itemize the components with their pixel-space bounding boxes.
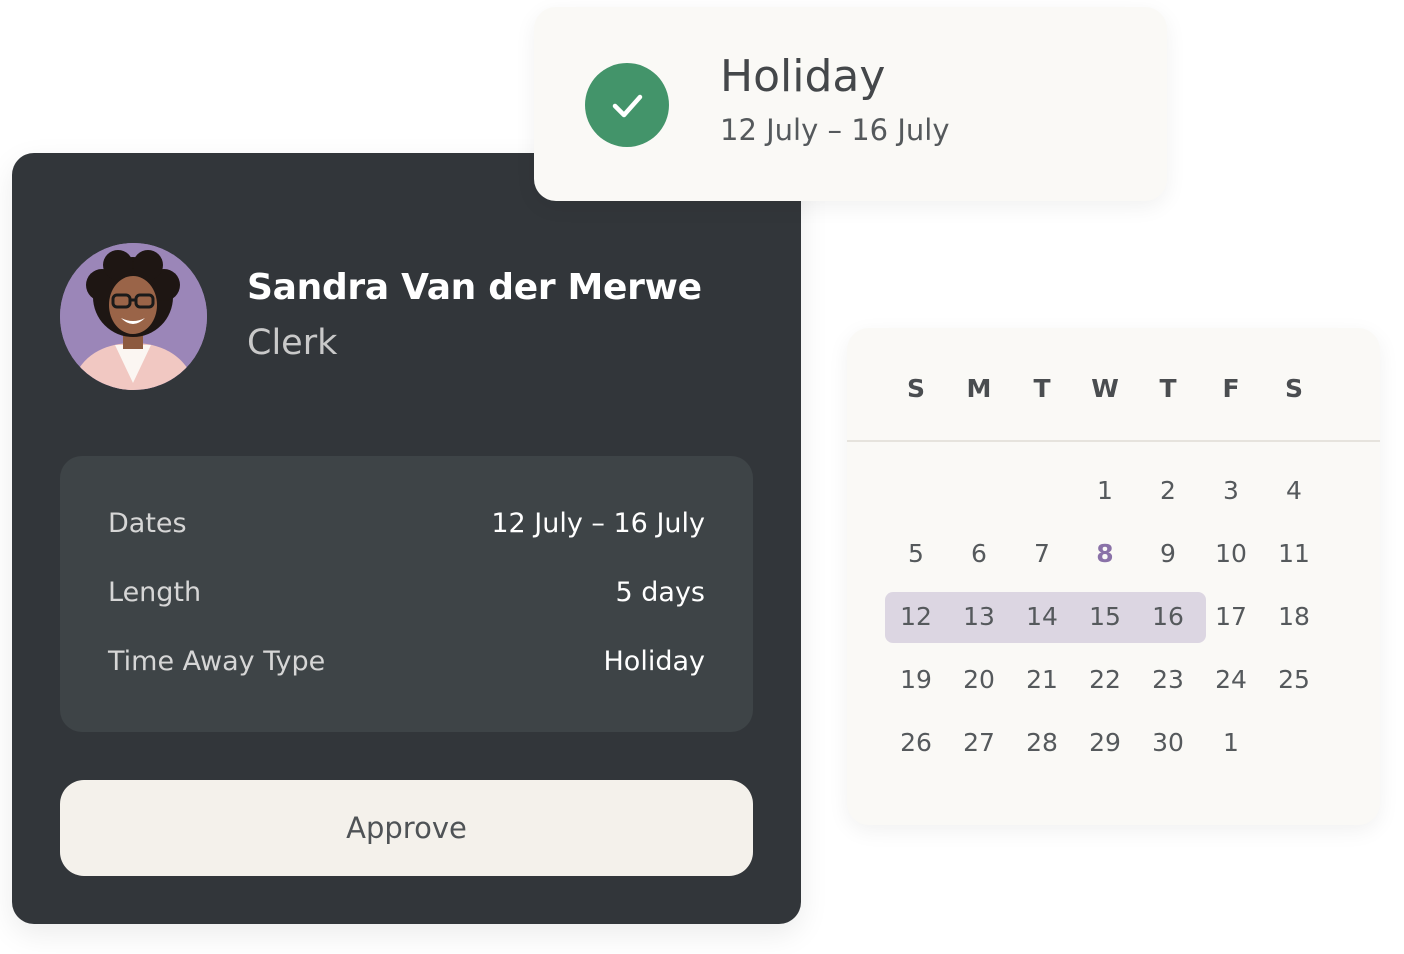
calendar-day[interactable]: 20	[953, 665, 1005, 695]
calendar-day[interactable]: 25	[1268, 665, 1320, 695]
detail-value: 12 July – 16 July	[491, 508, 705, 539]
calendar-day[interactable]: 2	[1142, 476, 1194, 506]
calendar-day[interactable]: 1	[1079, 476, 1131, 506]
calendar-day[interactable]: 28	[1016, 728, 1068, 758]
calendar-day[interactable]: 10	[1205, 539, 1257, 569]
calendar-day[interactable]: 14	[1016, 602, 1068, 632]
calendar-day[interactable]: 22	[1079, 665, 1131, 695]
calendar-day[interactable]: 7	[1016, 539, 1068, 569]
calendar-day[interactable]: 21	[1016, 665, 1068, 695]
calendar-day[interactable]: 6	[953, 539, 1005, 569]
detail-label: Time Away Type	[108, 646, 326, 677]
calendar-day[interactable]: 18	[1268, 602, 1320, 632]
calendar-day[interactable]: 9	[1142, 539, 1194, 569]
notification-dates: 12 July – 16 July	[720, 113, 950, 147]
calendar-day[interactable]: 26	[890, 728, 942, 758]
detail-value: Holiday	[603, 646, 706, 677]
calendar-day[interactable]: 23	[1142, 665, 1194, 695]
request-details: Dates 12 July – 16 July Length 5 days Ti…	[60, 456, 753, 732]
calendar-day[interactable]: 17	[1205, 602, 1257, 632]
calendar-day[interactable]: 27	[953, 728, 1005, 758]
calendar-day[interactable]: 4	[1268, 476, 1320, 506]
employee-role: Clerk	[247, 323, 338, 363]
detail-label: Length	[108, 577, 202, 608]
calendar-day[interactable]: 24	[1205, 665, 1257, 695]
calendar-day[interactable]: 29	[1079, 728, 1131, 758]
approve-button[interactable]: Approve	[60, 780, 753, 876]
detail-value: 5 days	[615, 577, 706, 608]
time-away-request-card: Sandra Van der Merwe Clerk Dates 12 July…	[12, 153, 801, 924]
weekday-label: F	[1222, 374, 1240, 403]
detail-row-dates: Dates 12 July – 16 July	[108, 508, 705, 539]
calendar-day[interactable]: 15	[1079, 602, 1131, 632]
notification-title: Holiday	[720, 51, 886, 102]
calendar-day[interactable]: 5	[890, 539, 942, 569]
holiday-notification-card: Holiday 12 July – 16 July	[534, 7, 1167, 201]
calendar-day[interactable]: 16	[1142, 602, 1194, 632]
calendar-day[interactable]: 30	[1142, 728, 1194, 758]
employee-name: Sandra Van der Merwe	[247, 267, 702, 308]
weekday-label: W	[1091, 374, 1119, 403]
weekday-label: M	[966, 374, 992, 403]
calendar-day[interactable]: 1	[1205, 728, 1257, 758]
weekday-label: S	[906, 374, 925, 403]
calendar-card: SMTWTFS 1 2 3 4 5 6 7 8 9 10 11 12 13 14 15 16 17 18 19 20 2…	[847, 328, 1380, 825]
weekday-label: T	[1159, 374, 1177, 403]
weekday-header: SMTWTFS	[847, 328, 1380, 442]
calendar-day[interactable]: 11	[1268, 539, 1320, 569]
check-icon	[585, 63, 669, 147]
avatar	[60, 243, 207, 390]
detail-row-length: Length 5 days	[108, 577, 705, 608]
detail-row-time-away-type: Time Away Type Holiday	[108, 646, 705, 677]
calendar-day-today[interactable]: 8	[1079, 539, 1131, 569]
weekday-label: S	[1284, 374, 1303, 403]
calendar-day[interactable]: 12	[890, 602, 942, 632]
calendar-day[interactable]: 19	[890, 665, 942, 695]
detail-label: Dates	[108, 508, 187, 539]
calendar-day[interactable]: 3	[1205, 476, 1257, 506]
weekday-label: T	[1033, 374, 1051, 403]
calendar-day[interactable]: 13	[953, 602, 1005, 632]
